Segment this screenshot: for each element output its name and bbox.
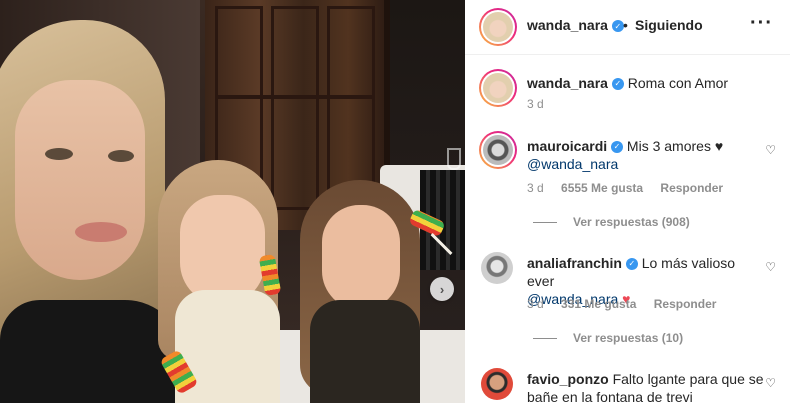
caption-time[interactable]: 3 d bbox=[527, 97, 544, 111]
comment-username[interactable]: mauroicardi bbox=[527, 138, 607, 154]
replies-divider bbox=[533, 222, 557, 224]
caption-username[interactable]: wanda_nara bbox=[527, 75, 608, 91]
like-comment-icon[interactable]: ♡ bbox=[765, 376, 776, 390]
comment-username[interactable]: favio_ponzo bbox=[527, 371, 609, 387]
woman-eye bbox=[45, 148, 73, 160]
girl-face bbox=[322, 205, 400, 310]
avatar-image bbox=[483, 135, 513, 165]
verified-badge-icon: ✓ bbox=[611, 78, 624, 91]
comment-avatar[interactable] bbox=[481, 368, 513, 400]
comment-username[interactable]: analiafranchin bbox=[527, 255, 622, 271]
comment-meta: 3 d 331 Me gusta Responder bbox=[527, 297, 730, 311]
verified-badge-icon: ✓ bbox=[625, 258, 638, 271]
comment-mention[interactable]: @wanda_nara bbox=[527, 156, 618, 172]
view-replies-button[interactable]: Ver respuestas (10) bbox=[533, 331, 683, 345]
woman-face bbox=[15, 80, 145, 280]
comment-time[interactable]: 3 d bbox=[527, 297, 544, 311]
header-separator: • bbox=[623, 17, 628, 33]
comment-likes[interactable]: 331 Me gusta bbox=[561, 297, 636, 311]
comment: mauroicardi ✓ Mis 3 amores ♥ @wanda_nara bbox=[527, 137, 762, 173]
cabinet-shelf bbox=[215, 95, 374, 99]
photo-glass bbox=[447, 148, 461, 170]
replies-divider bbox=[533, 338, 557, 340]
header-avatar[interactable] bbox=[479, 8, 517, 46]
girl-face bbox=[180, 195, 265, 305]
caption: wanda_nara ✓ Roma con Amor bbox=[527, 74, 772, 92]
view-replies-label: Ver respuestas (10) bbox=[573, 331, 684, 345]
cabinet-door bbox=[327, 6, 375, 210]
chevron-right-icon: › bbox=[439, 281, 445, 297]
comment-meta: 3 d 6555 Me gusta Responder bbox=[527, 181, 737, 195]
comment-likes[interactable]: 6555 Me gusta bbox=[561, 181, 643, 195]
like-comment-icon[interactable]: ♡ bbox=[765, 260, 776, 274]
header-username[interactable]: wanda_nara bbox=[527, 17, 608, 33]
comment-avatar[interactable] bbox=[479, 131, 517, 169]
next-photo-button[interactable]: › bbox=[430, 277, 454, 301]
comment-time[interactable]: 3 d bbox=[527, 181, 544, 195]
post-photo[interactable]: › bbox=[0, 0, 465, 403]
cabinet-door bbox=[271, 6, 319, 210]
view-replies-label: Ver respuestas (908) bbox=[573, 215, 690, 229]
more-options-icon[interactable]: ··· bbox=[750, 12, 773, 35]
verified-badge-icon: ✓ bbox=[611, 141, 624, 154]
following-button[interactable]: Siguiendo bbox=[635, 17, 703, 33]
woman-lips bbox=[75, 222, 127, 242]
woman-eye bbox=[108, 150, 134, 162]
comment-avatar[interactable] bbox=[481, 252, 513, 284]
post-header: wanda_nara ✓ • Siguiendo ··· bbox=[465, 0, 790, 55]
girl-shirt bbox=[310, 300, 420, 403]
reply-button[interactable]: Responder bbox=[660, 181, 723, 195]
caption-text: Roma con Amor bbox=[627, 75, 729, 91]
comment: favio_ponzo Falto lgante para que se bañ… bbox=[527, 370, 772, 403]
caption-avatar[interactable] bbox=[479, 69, 517, 107]
comment-text: Mis 3 amores ♥ bbox=[626, 138, 724, 154]
caption-meta: 3 d bbox=[527, 97, 558, 111]
reply-button[interactable]: Responder bbox=[654, 297, 717, 311]
avatar-image bbox=[483, 12, 513, 42]
avatar-image bbox=[483, 73, 513, 103]
like-comment-icon[interactable]: ♡ bbox=[765, 143, 776, 157]
post-side-panel: wanda_nara ✓ • Siguiendo ··· wanda_nara … bbox=[465, 0, 790, 403]
view-replies-button[interactable]: Ver respuestas (908) bbox=[533, 215, 690, 229]
